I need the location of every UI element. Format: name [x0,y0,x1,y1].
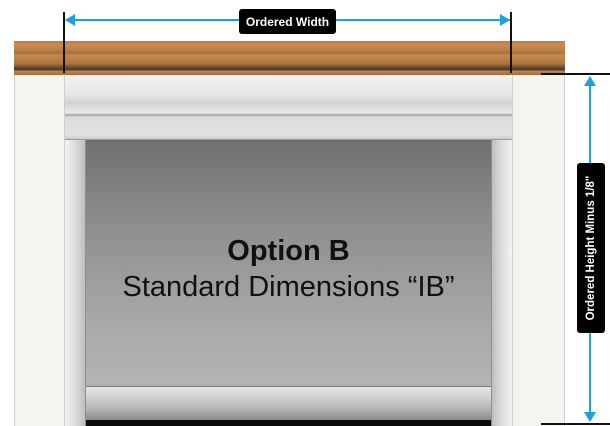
arrow-up-icon [584,76,596,86]
height-tick-top [541,73,610,75]
arrow-right-icon [500,14,510,26]
height-tick-bottom [541,423,610,425]
wood-header [14,41,565,75]
jamb-line-right [512,75,513,426]
bottom-rail [86,386,491,420]
option-subtitle: Standard Dimensions “IB” [122,271,455,303]
arrow-down-icon [584,412,596,422]
ordered-width-label: Ordered Width [239,9,336,34]
ordered-height-label: Ordered Height Minus 1/8" [585,175,597,321]
side-channel-right [491,140,512,426]
side-channel-left [65,140,86,426]
arrow-left-icon [65,14,75,26]
shade-cassette [65,75,512,140]
option-title: Option B [227,235,350,267]
bottom-seal [86,420,491,426]
width-tick-right [510,12,512,73]
